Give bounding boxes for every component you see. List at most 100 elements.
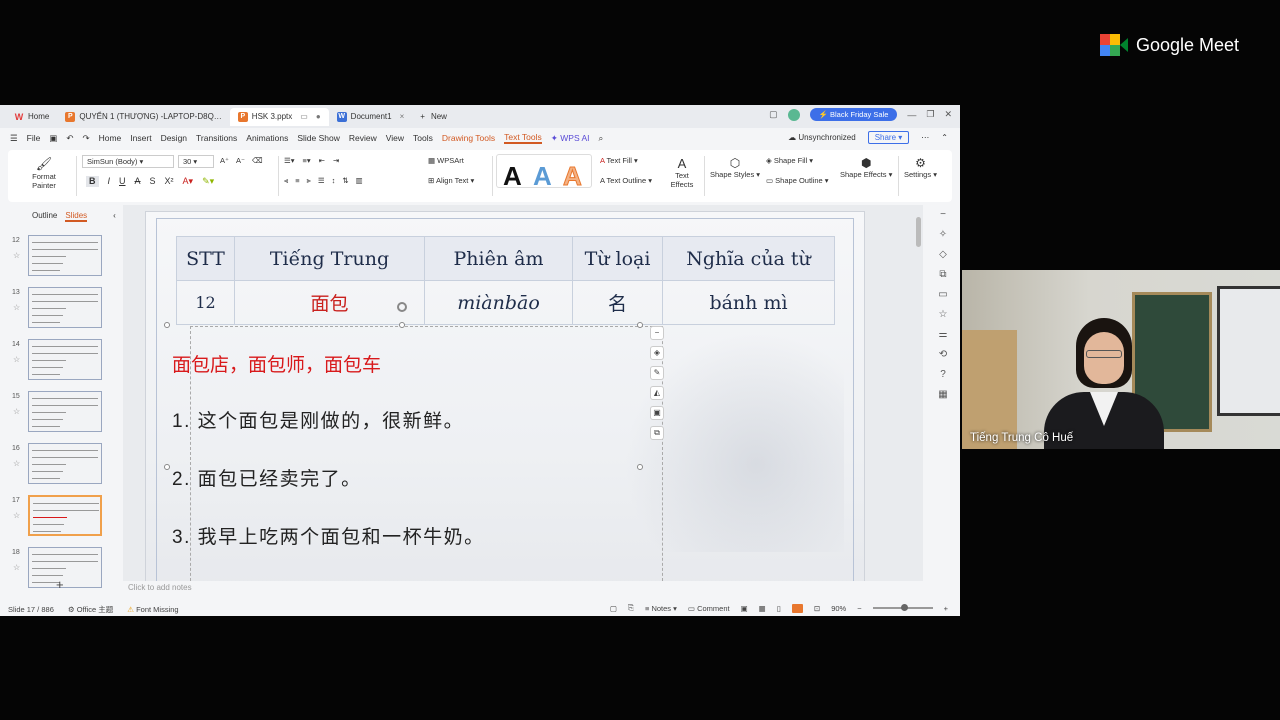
copy-icon[interactable]: ⧉: [939, 269, 946, 280]
menu-slide-show[interactable]: Slide Show: [297, 133, 340, 143]
slide-thumbnail-image[interactable]: [28, 547, 102, 588]
shape-icon[interactable]: ◇: [939, 249, 947, 260]
line-spacing-icon[interactable]: ↕: [332, 176, 336, 186]
font-missing-warning[interactable]: ⚠ Font Missing: [127, 605, 178, 614]
font-name-select[interactable]: SimSun (Body) ▾: [82, 155, 174, 168]
superscript-button[interactable]: X²: [165, 176, 174, 187]
slide-thumbnail[interactable]: 14 ☆: [0, 339, 122, 381]
vocab-table[interactable]: STT Tiếng Trung Phiên âm Từ loại Nghĩa c…: [176, 236, 835, 325]
settings-button[interactable]: ⚙ Settings ▾: [904, 156, 937, 179]
text-effects-button[interactable]: A Text Effects: [668, 156, 696, 189]
underline-button[interactable]: U: [119, 176, 126, 187]
help-icon[interactable]: ?: [940, 369, 946, 380]
bullets-icon[interactable]: ☰▾: [284, 156, 295, 165]
fill-icon[interactable]: ◭: [650, 386, 664, 400]
history-icon[interactable]: ⟲: [939, 349, 947, 360]
pen-icon[interactable]: ✎: [650, 366, 664, 380]
notes-toggle[interactable]: ≡ Notes ▾: [645, 604, 677, 613]
frame-icon[interactable]: ▣: [650, 406, 664, 420]
resize-handle[interactable]: [637, 322, 643, 328]
tab-monitor-icon[interactable]: ▭: [300, 112, 308, 121]
new-tab-button[interactable]: + New: [412, 112, 455, 121]
share-button[interactable]: Share ▾: [867, 131, 910, 144]
tab-quyen1[interactable]: P QUYỂN 1 (THƯỢNG) -LAPTOP-D8Q…: [57, 108, 229, 126]
menu-text-tools[interactable]: Text Tools: [504, 132, 542, 144]
indent-increase-icon[interactable]: ⇥: [333, 156, 339, 165]
menu-review[interactable]: Review: [349, 133, 377, 143]
shape-outline-button[interactable]: ▭ Shape Outline ▾: [766, 176, 829, 185]
notes-placeholder[interactable]: Click to add notes: [128, 583, 192, 592]
text-direction-icon[interactable]: ⇅: [342, 176, 348, 186]
slide-thumbnail-image[interactable]: [28, 235, 102, 276]
tab-dot-icon[interactable]: ●: [316, 112, 321, 121]
minus-icon[interactable]: −: [940, 209, 946, 220]
doc-icon[interactable]: ▢: [610, 604, 617, 613]
star-icon[interactable]: ☆: [13, 459, 20, 468]
grow-font-icon[interactable]: A⁺: [220, 156, 229, 165]
menu-animations[interactable]: Animations: [246, 133, 288, 143]
theme-name[interactable]: ⚙ Office 主题: [68, 604, 113, 615]
columns-icon[interactable]: ▥: [356, 176, 363, 186]
star-icon[interactable]: ☆: [13, 355, 20, 364]
zoom-level[interactable]: 90%: [831, 604, 846, 613]
collapse-panel-icon[interactable]: ‹: [113, 211, 116, 222]
align-left-icon[interactable]: ⫷: [284, 176, 288, 186]
zoom-in-icon[interactable]: +: [944, 604, 948, 613]
slide-thumbnail-image[interactable]: [28, 391, 102, 432]
wordart-gallery[interactable]: A A A: [496, 154, 592, 192]
collapse-ribbon-icon[interactable]: ⌃: [941, 133, 948, 142]
fit-icon[interactable]: ⊡: [814, 604, 820, 613]
reading-view-icon[interactable]: ▯: [777, 604, 781, 613]
slide-thumbnail-image[interactable]: [28, 287, 102, 328]
indent-decrease-icon[interactable]: ⇤: [319, 156, 325, 165]
text-fill-button[interactable]: A Text Fill ▾: [600, 156, 638, 165]
avatar[interactable]: [787, 108, 800, 121]
search-icon[interactable]: ⌕: [599, 133, 604, 144]
italic-button[interactable]: I: [108, 176, 111, 187]
text-style-black[interactable]: A: [503, 161, 522, 192]
star-icon[interactable]: ☆: [13, 303, 20, 312]
text-outline-button[interactable]: A Text Outline ▾: [600, 176, 652, 185]
menu-wps-ai[interactable]: ✦ WPS AI: [551, 133, 590, 144]
play-slideshow-icon[interactable]: [791, 603, 803, 613]
font-size-select[interactable]: 30 ▾: [178, 155, 214, 168]
save-icon[interactable]: ▣: [49, 133, 57, 144]
slide-thumbnail[interactable]: 15 ☆: [0, 391, 122, 433]
more-icon[interactable]: ⋯: [921, 133, 929, 142]
tab-slides[interactable]: Slides: [65, 211, 88, 222]
slide-thumbnail[interactable]: 16 ☆: [0, 443, 122, 485]
sync-status[interactable]: ☁ Unsynchronized: [788, 133, 856, 142]
sorter-view-icon[interactable]: ▦: [759, 604, 766, 613]
menu-insert[interactable]: Insert: [130, 133, 151, 143]
font-color-button[interactable]: A▾: [183, 176, 194, 187]
slide[interactable]: STT Tiếng Trung Phiên âm Từ loại Nghĩa c…: [145, 211, 865, 581]
close-icon[interactable]: ×: [400, 112, 405, 121]
bold-button[interactable]: B: [86, 176, 99, 187]
hamburger-icon[interactable]: ☰: [10, 133, 18, 144]
comment-toggle[interactable]: ▭ Comment: [688, 604, 730, 613]
grid-icon[interactable]: ▦: [938, 389, 947, 400]
sliders-icon[interactable]: ⚌: [939, 329, 948, 340]
close-window-icon[interactable]: ✕: [944, 109, 952, 120]
normal-view-icon[interactable]: ▣: [741, 604, 748, 613]
slide-thumbnail[interactable]: 12 ☆: [0, 235, 122, 277]
star-icon[interactable]: ☆: [13, 511, 20, 520]
zoom-slider[interactable]: [872, 604, 933, 611]
tab-hsk3[interactable]: P HSK 3.pptx ▭ ●: [229, 107, 329, 126]
rotate-handle-icon[interactable]: [397, 302, 407, 312]
vertical-scrollbar[interactable]: [914, 205, 924, 581]
menu-tools[interactable]: Tools: [413, 133, 433, 143]
format-painter-button[interactable]: 🖌 Format Painter: [20, 156, 68, 190]
resize-handle[interactable]: [164, 464, 170, 470]
shrink-font-icon[interactable]: A⁻: [236, 156, 245, 165]
tab-outline[interactable]: Outline: [32, 211, 57, 222]
align-right-icon[interactable]: ⫸: [307, 176, 311, 186]
minimize-icon[interactable]: —: [907, 110, 916, 120]
strikethrough-button[interactable]: A: [135, 176, 141, 187]
slide-thumbnail-image[interactable]: [28, 495, 102, 536]
resize-handle[interactable]: [399, 322, 405, 328]
zoom-out-icon[interactable]: −: [857, 604, 861, 613]
text-style-orange[interactable]: A: [563, 161, 583, 192]
shape-styles-button[interactable]: ⬡ Shape Styles ▾: [710, 156, 760, 179]
resize-handle[interactable]: [637, 464, 643, 470]
